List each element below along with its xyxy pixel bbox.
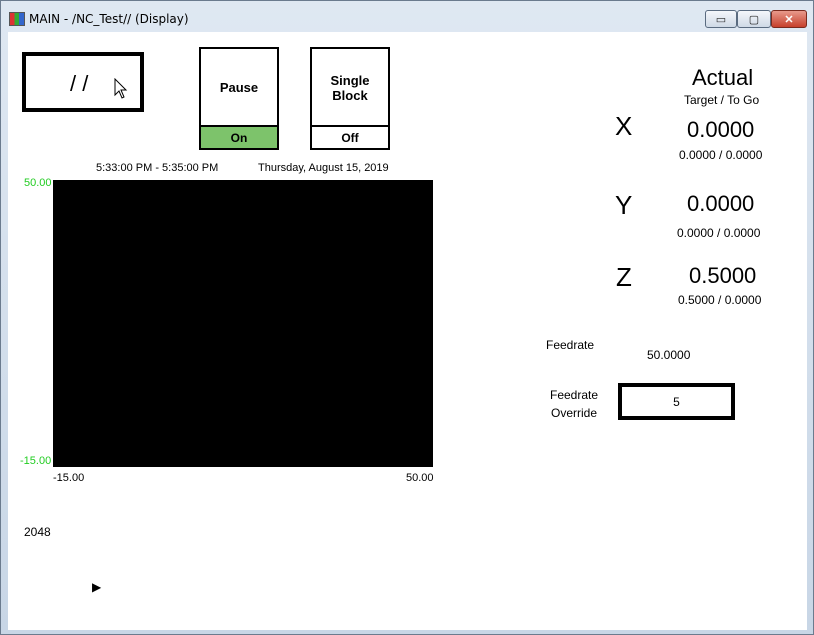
play-icon[interactable]: ▶ xyxy=(92,580,101,594)
feedrate-override-value: 5 xyxy=(673,394,680,409)
plot-y-min-label: -15.00 xyxy=(20,455,52,467)
z-actual-value: 0.5000 xyxy=(689,263,757,288)
pause-toggle[interactable]: Pause On xyxy=(199,47,279,150)
z-axis-label: Z xyxy=(616,262,632,292)
mouse-cursor-icon xyxy=(114,78,128,99)
plot-x-max-label: 50.00 xyxy=(406,472,434,484)
feedrate-label: Feedrate xyxy=(546,338,595,352)
y-actual-value: 0.0000 xyxy=(687,191,755,216)
plot-y-max-label: 50.00 xyxy=(24,177,52,189)
status-box[interactable]: / / xyxy=(22,52,144,112)
close-button[interactable]: ✕ xyxy=(771,10,807,28)
y-axis-label: Y xyxy=(615,190,633,220)
z-target-to-go: 0.5000 / 0.0000 xyxy=(678,293,762,307)
status-text: / / xyxy=(70,71,89,96)
feedrate-value: 50.0000 xyxy=(647,348,691,362)
pause-state: On xyxy=(201,125,277,148)
app-window: MAIN - /NC_Test// (Display) ▭ ▢ ✕ / / Pa… xyxy=(0,0,814,635)
feedrate-override-field[interactable]: 5 xyxy=(618,383,735,420)
display-panel: / / Pause On Single Block Off 5:33:00 PM… xyxy=(8,32,807,630)
single-block-toggle[interactable]: Single Block Off xyxy=(310,47,390,150)
pause-label: Pause xyxy=(219,80,259,95)
target-to-go-header: Target / To Go xyxy=(684,93,760,107)
x-axis-label: X xyxy=(615,111,633,141)
x-target-to-go: 0.0000 / 0.0000 xyxy=(679,148,763,162)
feedrate-override-label: Feedrate Override xyxy=(549,388,599,420)
actual-header: Actual xyxy=(692,65,754,90)
x-actual-value: 0.0000 xyxy=(687,117,755,142)
y-target-to-go: 0.0000 / 0.0000 xyxy=(677,226,761,240)
counter-value: 2048 xyxy=(24,525,51,539)
title-bar[interactable]: MAIN - /NC_Test// (Display) ▭ ▢ ✕ xyxy=(1,1,813,31)
maximize-button[interactable]: ▢ xyxy=(737,10,771,28)
minimize-button[interactable]: ▭ xyxy=(705,10,737,28)
single-block-label: Single Block xyxy=(330,72,370,103)
toolpath-plot[interactable] xyxy=(53,180,433,467)
plot-x-min-label: -15.00 xyxy=(53,472,85,484)
app-icon xyxy=(9,12,25,26)
window-title: MAIN - /NC_Test// (Display) xyxy=(29,12,189,26)
single-block-state: Off xyxy=(312,125,388,148)
plot-time-range: 5:33:00 PM - 5:35:00 PM xyxy=(96,162,219,174)
plot-date: Thursday, August 15, 2019 xyxy=(258,162,389,174)
